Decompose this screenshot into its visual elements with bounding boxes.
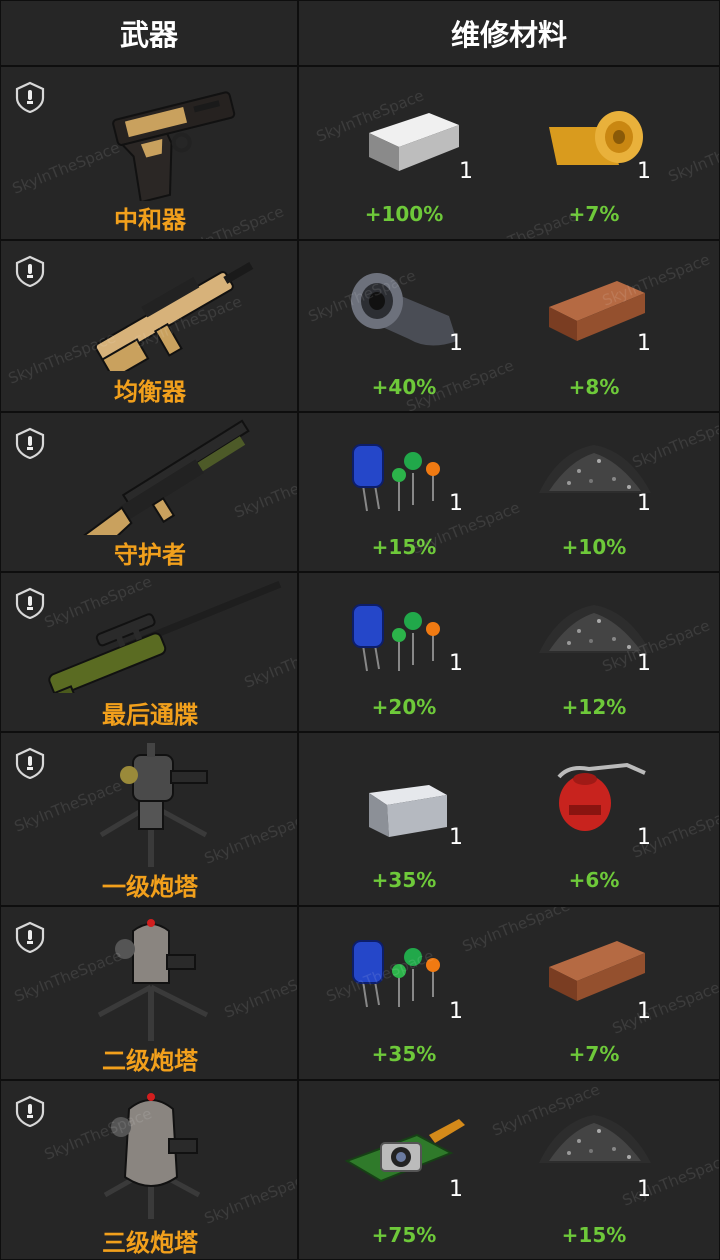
weapon-cell: 守护者 SkyInTheSpace — [0, 412, 298, 572]
material-bonus: +8% — [568, 375, 620, 399]
weapon-cell: 均衡器 SkyInTheSpace SkyInTheSpace — [0, 240, 298, 412]
material-item: 1 +8% — [519, 241, 669, 411]
material-quantity: 1 — [637, 331, 651, 356]
weapon-name: 中和器 — [114, 206, 186, 234]
sniper-rifle-icon — [48, 580, 282, 693]
weapon-cell: 一级炮塔 SkyInTheSpace SkyInTheSpace — [0, 732, 298, 906]
weapon-name: 最后通牒 — [102, 701, 198, 729]
bullpup-rifle-icon — [94, 261, 254, 371]
material-bonus: +20% — [371, 695, 437, 719]
material-bonus: +75% — [371, 1223, 437, 1247]
material-item: 1 +35% — [329, 907, 479, 1079]
weapon-cell: 中和器 SkyInTheSpace SkyInTheSpace — [0, 66, 298, 240]
material-item: 1 +10% — [519, 413, 669, 571]
weapon-name: 守护者 — [114, 541, 186, 569]
material-item: 1 +15% — [329, 413, 479, 571]
weapon-name: 均衡器 — [114, 378, 186, 406]
material-item: 1 +6% — [519, 733, 669, 905]
materials-cell: 1 +100% 1 +7% SkyInTheSpace SkyInTheSpac… — [298, 66, 720, 240]
weapon-name: 三级炮塔 — [102, 1229, 198, 1257]
material-item: 1 +20% — [329, 573, 479, 731]
material-item: 1 +15% — [519, 1081, 669, 1259]
table-row: 三级炮塔 SkyInTheSpace SkyInTheSpace 1 +75% — [0, 1080, 720, 1260]
material-quantity: 1 — [449, 331, 463, 356]
shotgun-icon — [78, 419, 250, 535]
material-quantity: 1 — [449, 491, 463, 516]
table-row: 一级炮塔 SkyInTheSpace SkyInTheSpace 1 +35% … — [0, 732, 720, 906]
material-quantity: 1 — [637, 999, 651, 1024]
table-header: 武器 维修材料 — [0, 0, 720, 66]
weapon-name: 二级炮塔 — [102, 1047, 198, 1075]
material-quantity: 1 — [449, 999, 463, 1024]
metal-ingot-icon — [369, 113, 459, 171]
material-quantity: 1 — [637, 825, 651, 850]
material-item: 1 +100% — [329, 67, 479, 239]
materials-cell: 1 +35% 1 +6% SkyInTheSpace — [298, 732, 720, 906]
material-bonus: +7% — [568, 202, 620, 226]
table-row: 守护者 SkyInTheSpace 1 +15% 1 +10% SkyInThe… — [0, 412, 720, 572]
materials-cell: 1 +20% 1 +12% SkyInTheSpace — [298, 572, 720, 732]
weapon-cell: 三级炮塔 SkyInTheSpace SkyInTheSpace — [0, 1080, 298, 1260]
material-quantity: 1 — [637, 1177, 651, 1202]
material-quantity: 1 — [449, 825, 463, 850]
weapon-name: 一级炮塔 — [102, 873, 198, 901]
turret-level-1-icon — [99, 743, 208, 867]
table-row: 均衡器 SkyInTheSpace SkyInTheSpace 1 +40% 1… — [0, 240, 720, 412]
material-quantity: 1 — [637, 651, 651, 676]
material-item: 1 +40% — [329, 241, 479, 411]
material-bonus: +6% — [568, 868, 620, 892]
material-quantity: 1 — [449, 1177, 463, 1202]
weapon-cell: 二级炮塔 SkyInTheSpace SkyInTheSpace — [0, 906, 298, 1080]
materials-cell: 1 +15% 1 +10% SkyInTheSpace SkyInTheSpac… — [298, 412, 720, 572]
materials-cell: 1 +40% 1 +8% SkyInTheSpace SkyInTheSpace… — [298, 240, 720, 412]
material-item: 1 +7% — [519, 907, 669, 1079]
material-bonus: +10% — [561, 535, 627, 559]
watermark: SkyInTheSpace — [665, 126, 720, 186]
material-bonus: +40% — [371, 375, 437, 399]
table-row: 二级炮塔 SkyInTheSpace SkyInTheSpace 1 +35% — [0, 906, 720, 1080]
weapon-cell: 最后通牒 SkyInTheSpace SkyInTheSpace — [0, 572, 298, 732]
turret-level-2-icon — [97, 919, 209, 1041]
gunpowder-pile-icon — [539, 1115, 651, 1163]
table-row: 中和器 SkyInTheSpace SkyInTheSpace 1 +100% … — [0, 66, 720, 240]
materials-cell: 1 +75% 1 +15% SkyInTheSpace SkyInTheSpac… — [298, 1080, 720, 1260]
material-item: 1 +12% — [519, 573, 669, 731]
material-item: 1 +7% — [519, 67, 669, 239]
material-bonus: +7% — [568, 1042, 620, 1066]
materials-column-header: 维修材料 — [298, 0, 720, 66]
material-bonus: +35% — [371, 1042, 437, 1066]
material-quantity: 1 — [637, 491, 651, 516]
material-quantity: 1 — [459, 159, 473, 184]
materials-cell: 1 +35% 1 +7% SkyInTheSpace SkyInTheSpace… — [298, 906, 720, 1080]
material-bonus: +35% — [371, 868, 437, 892]
weapon-column-header: 武器 — [0, 0, 298, 66]
material-bonus: +15% — [371, 535, 437, 559]
material-quantity: 1 — [449, 651, 463, 676]
material-bonus: +12% — [561, 695, 627, 719]
table-row: 最后通牒 SkyInTheSpace SkyInTheSpace 1 +20% — [0, 572, 720, 732]
material-quantity: 1 — [637, 159, 651, 184]
material-bonus: +15% — [561, 1223, 627, 1247]
turret-level-3-icon — [103, 1093, 201, 1219]
material-item: 1 +35% — [329, 733, 479, 905]
material-bonus: +100% — [364, 202, 444, 226]
pistol-icon — [112, 91, 236, 201]
material-item: 1 +75% — [329, 1081, 479, 1259]
